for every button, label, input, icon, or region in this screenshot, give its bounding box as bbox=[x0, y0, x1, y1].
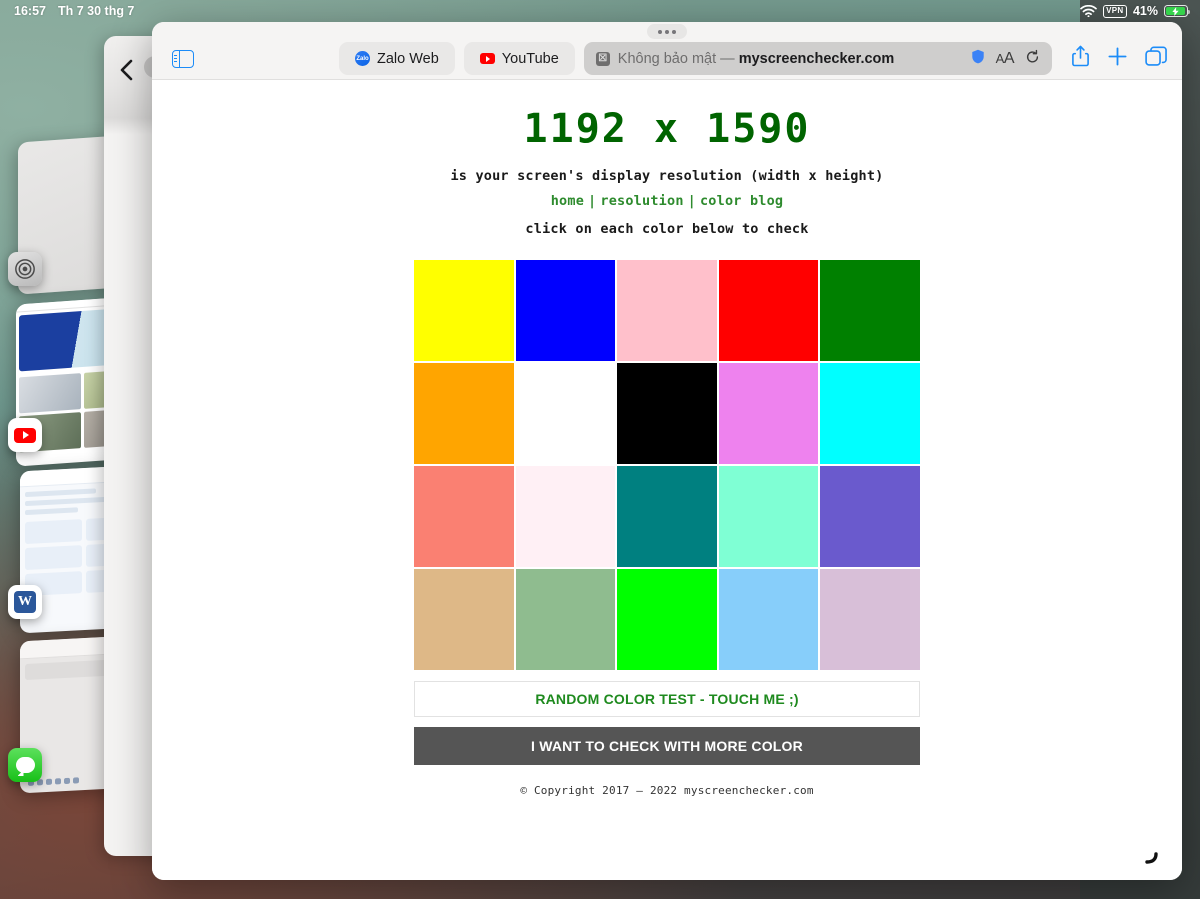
tab-youtube[interactable]: YouTube bbox=[463, 42, 575, 75]
messages-icon[interactable] bbox=[8, 748, 42, 782]
color-swatch-green[interactable] bbox=[820, 260, 920, 361]
page-nav: home | resolution | color blog bbox=[152, 193, 1182, 209]
zalo-favicon: Zalo bbox=[355, 51, 370, 66]
color-swatch-violet[interactable] bbox=[718, 363, 819, 464]
color-swatch-cyan[interactable] bbox=[820, 363, 920, 464]
word-icon[interactable]: W bbox=[8, 585, 42, 619]
color-swatch-burlywood[interactable] bbox=[414, 569, 514, 670]
status-bar-left: 16:57 Th 7 30 thg 7 bbox=[14, 4, 134, 18]
color-swatch-lavenderblush[interactable] bbox=[515, 466, 616, 567]
color-swatch-salmon[interactable] bbox=[414, 466, 514, 567]
youtube-icon[interactable] bbox=[8, 418, 42, 452]
more-color-button[interactable]: I WANT TO CHECK WITH MORE COLOR bbox=[414, 727, 920, 765]
tab-zalo-web[interactable]: Zalo Zalo Web bbox=[339, 42, 455, 75]
tab-label: YouTube bbox=[501, 50, 559, 67]
tab-label: Zalo Web bbox=[377, 50, 439, 67]
reload-icon[interactable] bbox=[1025, 49, 1040, 69]
address-bar-actions: AA bbox=[971, 49, 1040, 69]
address-bar[interactable]: ☒ Không bảo mật — myscreenchecker.com AA bbox=[583, 42, 1052, 75]
color-swatch-black[interactable] bbox=[617, 363, 717, 464]
status-bar: 16:57 Th 7 30 thg 7 VPN 41% bbox=[0, 0, 1200, 22]
nav-link-resolution[interactable]: resolution bbox=[600, 193, 683, 209]
address-bar-host: myscreenchecker.com bbox=[738, 50, 895, 67]
chevron-left-icon[interactable] bbox=[118, 58, 135, 87]
color-swatch-blue[interactable] bbox=[515, 260, 616, 361]
color-swatch-yellow[interactable] bbox=[414, 260, 514, 361]
battery-percent: 41% bbox=[1132, 4, 1158, 18]
insecure-icon: ☒ bbox=[595, 51, 610, 66]
color-swatch-red[interactable] bbox=[718, 260, 819, 361]
color-swatch-lightskyblue[interactable] bbox=[718, 569, 819, 670]
multitask-handle[interactable] bbox=[647, 24, 687, 39]
page-subtitle: is your screen's display resolution (wid… bbox=[450, 168, 884, 184]
color-swatch-lime[interactable] bbox=[617, 569, 717, 670]
app-switcher: W bbox=[0, 0, 148, 899]
nav-link-home[interactable]: home bbox=[551, 193, 584, 209]
nav-separator: | bbox=[687, 193, 696, 209]
address-bar-text: Không bảo mật — myscreenchecker.com bbox=[618, 51, 963, 67]
wifi-icon bbox=[1079, 5, 1097, 17]
shield-icon[interactable] bbox=[971, 49, 985, 68]
color-swatch-teal[interactable] bbox=[617, 466, 717, 567]
share-icon[interactable] bbox=[1071, 45, 1090, 72]
random-color-test-button[interactable]: RANDOM COLOR TEST - TOUCH ME ;) bbox=[414, 681, 920, 717]
color-swatch-slateblue[interactable] bbox=[820, 466, 920, 567]
color-swatch-orange[interactable] bbox=[414, 363, 514, 464]
text-size-icon[interactable]: AA bbox=[996, 50, 1015, 68]
page-title: 1192 x 1590 bbox=[523, 106, 811, 152]
color-swatch-pink[interactable] bbox=[617, 260, 717, 361]
vpn-badge: VPN bbox=[1102, 4, 1127, 18]
color-swatch-thistle[interactable] bbox=[820, 569, 920, 670]
security-warning-text: Không bảo mật — bbox=[617, 50, 739, 67]
battery-charging-icon bbox=[1164, 5, 1191, 17]
page-copyright: © Copyright 2017 — 2022 myscreenchecker.… bbox=[520, 784, 814, 797]
toolbar-actions bbox=[1061, 45, 1168, 72]
web-page-content: 1192 x 1590 is your screen's display res… bbox=[152, 80, 1182, 880]
color-swatch-white[interactable] bbox=[515, 363, 616, 464]
resize-cursor-icon bbox=[1144, 848, 1160, 864]
status-time: 16:57 bbox=[14, 4, 46, 18]
nav-separator: | bbox=[588, 193, 597, 209]
page-instruction: click on each color below to check bbox=[525, 221, 809, 237]
sidebar-icon[interactable] bbox=[166, 44, 200, 74]
nav-link-color-blog[interactable]: color blog bbox=[700, 193, 783, 209]
plus-icon[interactable] bbox=[1107, 46, 1128, 72]
tabs-icon[interactable] bbox=[1145, 46, 1168, 72]
settings-gear-icon[interactable] bbox=[8, 252, 42, 286]
status-bar-right: VPN 41% bbox=[1079, 4, 1191, 18]
youtube-favicon bbox=[479, 51, 495, 66]
color-swatch-grid bbox=[414, 260, 920, 670]
color-swatch-aquamarine[interactable] bbox=[718, 466, 819, 567]
color-swatch-darkseagreen[interactable] bbox=[515, 569, 616, 670]
safari-window: Zalo Zalo Web YouTube ☒ Không bảo mật — … bbox=[152, 22, 1182, 880]
status-date: Th 7 30 thg 7 bbox=[57, 4, 135, 18]
word-icon-letter: W bbox=[14, 591, 36, 613]
